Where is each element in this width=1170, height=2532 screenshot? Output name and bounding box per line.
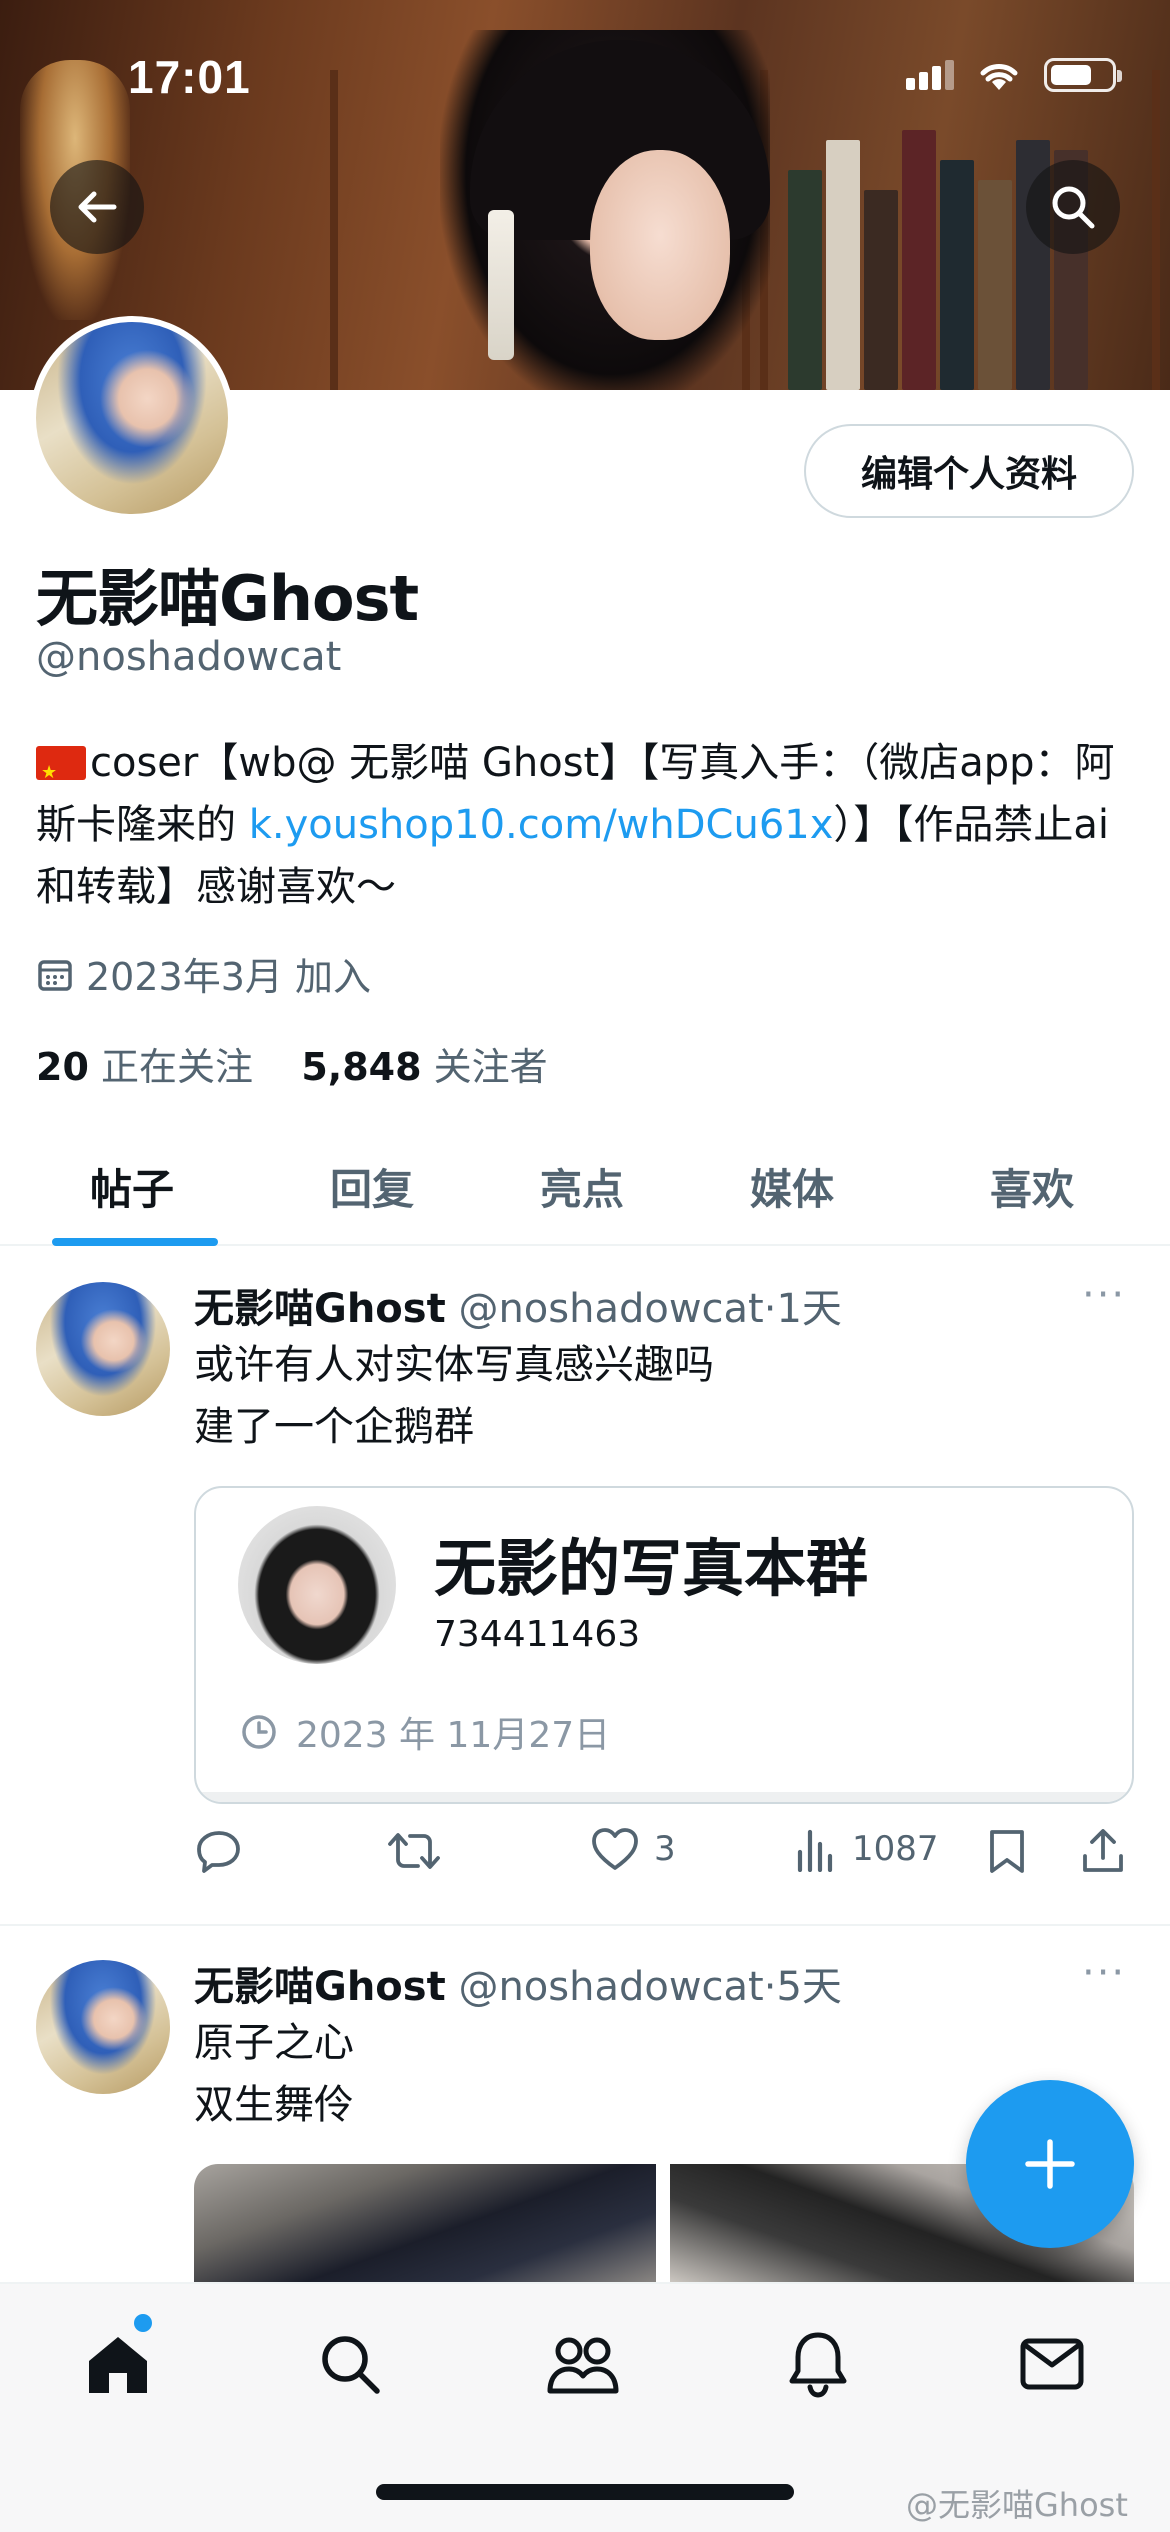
tab-replies[interactable]: 回复 — [330, 1156, 414, 1217]
nav-search[interactable] — [310, 2324, 390, 2404]
signal-icon — [906, 60, 954, 90]
followers-count: 5,848 — [301, 1045, 422, 1089]
post-time: ·1天 — [763, 1286, 842, 1332]
home-icon — [89, 2337, 147, 2393]
joined-date: 2023年3月 加入 — [36, 946, 371, 1001]
repost-icon — [388, 1833, 440, 1869]
card-date: 2023 年 11月27日 — [240, 1706, 610, 1758]
nav-home[interactable] — [78, 2324, 158, 2404]
compose-button[interactable] — [966, 2080, 1134, 2248]
card-thumbnail — [238, 1506, 396, 1664]
follow-stats: 20 正在关注 5,848 关注者 — [36, 1036, 548, 1091]
reply-icon — [197, 1831, 240, 1873]
link-card[interactable]: 无影的写真本群 734411463 2023 年 11月27日 — [194, 1486, 1134, 1804]
post-meta: 无影喵Ghost @noshadowcat·5天 — [194, 1954, 842, 2012]
reply-button[interactable] — [194, 1826, 244, 1876]
following-link[interactable]: 20 正在关注 — [36, 1045, 253, 1089]
share-button[interactable] — [1080, 1826, 1126, 1876]
search-button[interactable] — [1026, 160, 1120, 254]
tab-posts[interactable]: 帖子 — [90, 1156, 174, 1217]
heart-icon — [592, 1828, 638, 1870]
nav-notifications[interactable] — [778, 2324, 858, 2404]
mail-icon — [1020, 2338, 1084, 2390]
more-options-icon[interactable]: ··· — [1082, 1950, 1126, 1996]
followers-link[interactable]: 5,848 关注者 — [301, 1045, 547, 1089]
nav-communities[interactable] — [543, 2324, 623, 2404]
banner-tassel — [488, 210, 514, 360]
notification-dot — [134, 2314, 152, 2332]
post-author-handle: @noshadowcat — [458, 1964, 764, 2010]
arrow-left-icon — [78, 191, 117, 223]
communities-icon — [547, 2337, 619, 2394]
status-time: 17:01 — [128, 51, 251, 103]
bio: coser【wb@ 无影喵 Ghost】【写真入手：（微店app：阿斯卡隆来的 … — [36, 732, 1136, 918]
bio-link[interactable]: k.youshop10.com/whDCu61x — [249, 802, 834, 848]
active-tab-indicator — [52, 1238, 218, 1246]
plus-icon — [1025, 2139, 1075, 2189]
view-count: 1087 — [852, 1829, 939, 1869]
views-icon — [797, 1829, 833, 1872]
post-text-line: 或许有人对实体写真感兴趣吗 — [194, 1342, 714, 1388]
post-author-handle: @noshadowcat — [458, 1286, 764, 1332]
post-avatar[interactable] — [36, 1960, 170, 2094]
post-divider — [0, 1924, 1170, 1926]
search-icon — [322, 2336, 380, 2394]
china-flag-icon — [36, 742, 86, 804]
post-author-name[interactable]: 无影喵Ghost — [194, 1964, 446, 2010]
display-name: 无影喵Ghost — [36, 562, 419, 635]
post-text-line: 双生舞伶 — [194, 2082, 354, 2128]
like-count: 3 — [654, 1829, 676, 1869]
bookmark-button[interactable] — [986, 1826, 1028, 1876]
card-footer — [196, 1792, 1132, 1802]
profile-avatar[interactable] — [30, 316, 234, 520]
joined-text: 2023年3月 加入 — [86, 955, 371, 999]
tab-highlights[interactable]: 亮点 — [540, 1156, 624, 1217]
post-avatar[interactable] — [36, 1282, 170, 1416]
share-icon — [1083, 1829, 1123, 1872]
post-text-line: 原子之心 — [194, 2020, 354, 2066]
tab-media[interactable]: 媒体 — [750, 1156, 834, 1217]
following-label: 正在关注 — [100, 1045, 253, 1089]
repost-button[interactable] — [386, 1826, 442, 1876]
following-count: 20 — [36, 1045, 89, 1089]
status-icons — [906, 58, 1122, 92]
card-date-text: 2023 年 11月27日 — [296, 1715, 611, 1756]
nav-messages[interactable] — [1012, 2324, 1092, 2404]
calendar-icon — [38, 959, 72, 991]
more-options-icon[interactable]: ··· — [1082, 1272, 1126, 1318]
profile-tabs: 帖子 回复 亮点 媒体 喜欢 — [0, 1120, 1170, 1246]
watermark: @无影喵Ghost — [906, 2486, 1128, 2524]
bookmark-icon — [990, 1830, 1024, 1873]
wifi-icon — [980, 64, 1018, 90]
followers-label: 关注者 — [433, 1045, 548, 1089]
post-text-line: 建了一个企鹅群 — [194, 1404, 474, 1450]
bell-icon — [789, 2332, 847, 2398]
handle: @noshadowcat — [36, 634, 342, 680]
like-button[interactable]: 3 — [590, 1826, 676, 1872]
post-media-image[interactable] — [194, 2164, 656, 2284]
post-time: ·5天 — [763, 1964, 842, 2010]
clock-icon — [242, 1715, 276, 1749]
post-meta: 无影喵Ghost @noshadowcat·1天 — [194, 1276, 842, 1334]
card-subtitle: 734411463 — [434, 1614, 641, 1655]
battery-icon — [1044, 58, 1122, 92]
search-icon — [1052, 186, 1095, 229]
edit-profile-button[interactable]: 编辑个人资料 — [804, 424, 1134, 518]
back-button[interactable] — [50, 160, 144, 254]
post-author-name[interactable]: 无影喵Ghost — [194, 1286, 446, 1332]
views-button[interactable]: 1087 — [794, 1826, 939, 1872]
banner-face — [590, 150, 730, 340]
home-indicator[interactable] — [376, 2484, 794, 2500]
card-title: 无影的写真本群 — [434, 1532, 869, 1605]
tab-likes[interactable]: 喜欢 — [990, 1156, 1074, 1217]
post-actions: 3 1087 — [194, 1826, 1134, 1886]
